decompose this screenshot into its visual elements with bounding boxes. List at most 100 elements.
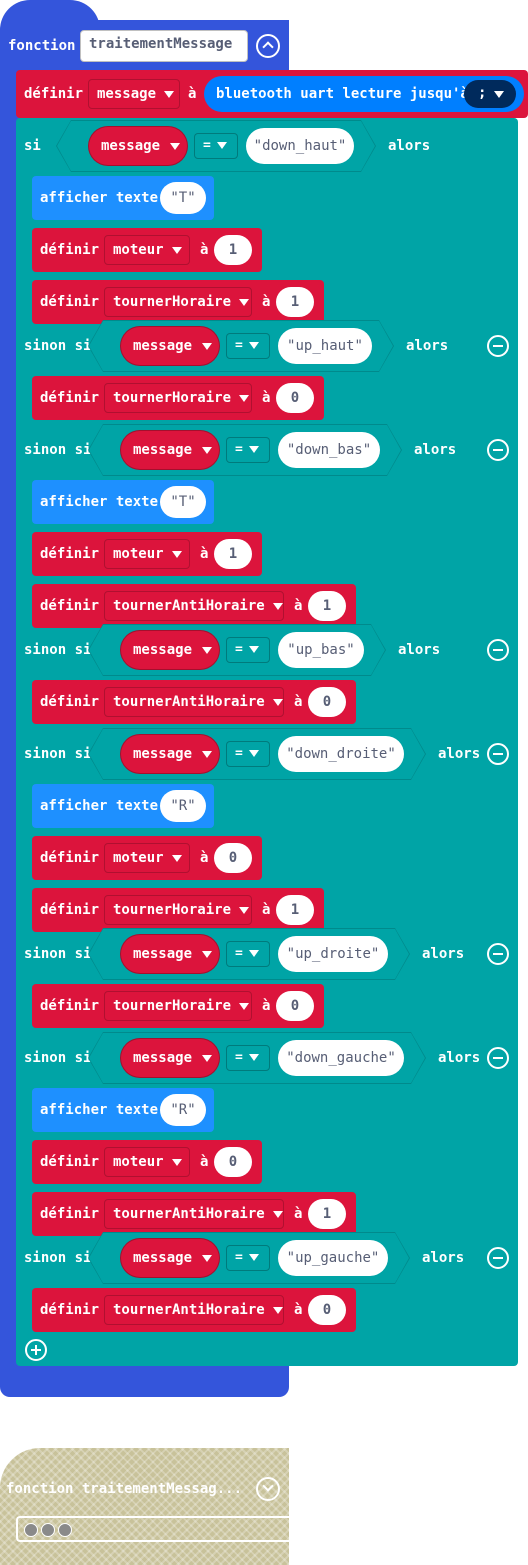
branch-keyword: sinon si <box>24 1050 92 1066</box>
string-value-field[interactable]: "up_gauche" <box>278 1240 388 1276</box>
branch-keyword: sinon si <box>24 746 92 762</box>
collapsed-function-block[interactable]: fonction traitementMessag... <box>0 1448 289 1565</box>
number-value-field[interactable]: 0 <box>276 383 314 413</box>
variable-pill-message[interactable]: message <box>88 126 188 166</box>
variable-dropdown-tournerHoraire[interactable]: tournerHoraire <box>104 287 252 317</box>
variable-dropdown-tournerAntiHoraire[interactable]: tournerAntiHoraire <box>104 1295 284 1325</box>
set-variable-block[interactable]: définir tournerHoraire à 0 <box>32 376 324 420</box>
set-variable-block[interactable]: définir tournerHoraire à 1 <box>32 888 324 932</box>
variable-dropdown-moteur[interactable]: moteur <box>104 539 190 569</box>
variable-dropdown-moteur[interactable]: moteur <box>104 843 190 873</box>
variable-pill-message[interactable]: message <box>120 734 220 774</box>
string-value-field[interactable]: "up_droite" <box>278 936 388 972</box>
show-string-block[interactable]: afficher texte "T" <box>32 480 214 524</box>
to-label: à <box>262 902 271 918</box>
variable-dropdown-tournerAntiHoraire[interactable]: tournerAntiHoraire <box>104 591 284 621</box>
show-string-block[interactable]: afficher texte "R" <box>32 1088 214 1132</box>
operator-dropdown[interactable]: = <box>226 1245 270 1271</box>
number-value-field[interactable]: 1 <box>214 235 252 265</box>
set-variable-block[interactable]: définir tournerAntiHoraire à 1 <box>32 584 356 628</box>
minus-icon[interactable] <box>487 639 509 661</box>
set-variable-block[interactable]: définir moteur à 1 <box>32 228 262 272</box>
set-label: définir <box>40 1154 100 1170</box>
number-value-field[interactable]: 0 <box>308 687 346 717</box>
string-value-field[interactable]: "down_gauche" <box>278 1040 404 1076</box>
operator-dropdown[interactable]: = <box>226 333 270 359</box>
variable-pill-message[interactable]: message <box>120 326 220 366</box>
ellipsis-icon[interactable] <box>16 1516 289 1542</box>
to-label: à <box>188 86 197 102</box>
operator-dropdown[interactable]: = <box>194 133 238 159</box>
chevron-down-icon[interactable] <box>256 1477 280 1501</box>
set-variable-block[interactable]: définir moteur à 0 <box>32 1140 262 1184</box>
number-value-field[interactable]: 1 <box>308 1199 346 1229</box>
set-variable-block[interactable]: définir moteur à 1 <box>32 532 262 576</box>
variable-dropdown-tournerAntiHoraire[interactable]: tournerAntiHoraire <box>104 687 284 717</box>
variable-dropdown-moteur[interactable]: moteur <box>104 235 190 265</box>
set-variable-block[interactable]: définir tournerAntiHoraire à 0 <box>32 1288 356 1332</box>
minus-icon[interactable] <box>487 743 509 765</box>
branch-keyword: sinon si <box>24 642 92 658</box>
show-text-value[interactable]: "T" <box>160 486 206 518</box>
delimiter-dropdown[interactable]: ; <box>464 80 516 108</box>
show-text-value[interactable]: "R" <box>160 790 206 822</box>
variable-dropdown-tournerHoraire[interactable]: tournerHoraire <box>104 383 252 413</box>
variable-dropdown-tournerAntiHoraire[interactable]: tournerAntiHoraire <box>104 1199 284 1229</box>
number-value-field[interactable]: 0 <box>276 991 314 1021</box>
minus-icon[interactable] <box>487 943 509 965</box>
to-label: à <box>294 694 303 710</box>
plus-icon[interactable] <box>25 1339 47 1361</box>
show-text-value[interactable]: "T" <box>160 182 206 214</box>
operator-dropdown[interactable]: = <box>226 1045 270 1071</box>
operator-dropdown[interactable]: = <box>226 741 270 767</box>
show-string-label: afficher texte <box>40 494 159 510</box>
then-label: alors <box>422 946 465 962</box>
minus-icon[interactable] <box>487 335 509 357</box>
variable-pill-message[interactable]: message <box>120 934 220 974</box>
variable-pill-message[interactable]: message <box>120 1038 220 1078</box>
number-value-field[interactable]: 1 <box>308 591 346 621</box>
chevron-up-icon[interactable] <box>256 34 280 58</box>
string-value-field[interactable]: "up_bas" <box>278 632 364 668</box>
to-label: à <box>200 546 209 562</box>
show-string-block[interactable]: afficher texte "T" <box>32 176 214 220</box>
string-value-field[interactable]: "down_bas" <box>278 432 380 468</box>
string-value-field[interactable]: "down_droite" <box>278 736 404 772</box>
then-label: alors <box>422 1250 465 1266</box>
minus-icon[interactable] <box>487 1247 509 1269</box>
collapsed-function-label: fonction traitementMessag... <box>6 1481 243 1497</box>
number-value-field[interactable]: 0 <box>214 1147 252 1177</box>
set-variable-block[interactable]: définir tournerAntiHoraire à 1 <box>32 1192 356 1236</box>
set-variable-block[interactable]: définir moteur à 0 <box>32 836 262 880</box>
to-label: à <box>200 850 209 866</box>
variable-dropdown-tournerHoraire[interactable]: tournerHoraire <box>104 991 252 1021</box>
bluetooth-read-block[interactable]: bluetooth uart lecture jusqu'à ; <box>204 76 524 112</box>
set-variable-block[interactable]: définir tournerHoraire à 1 <box>32 280 324 324</box>
number-value-field[interactable]: 0 <box>214 843 252 873</box>
minus-icon[interactable] <box>487 439 509 461</box>
number-value-field[interactable]: 0 <box>308 1295 346 1325</box>
set-variable-block[interactable]: définir tournerAntiHoraire à 0 <box>32 680 356 724</box>
set-message-block[interactable]: définir message à bluetooth uart lecture… <box>16 70 528 118</box>
minus-icon[interactable] <box>487 1047 509 1069</box>
operator-dropdown[interactable]: = <box>226 941 270 967</box>
variable-pill-message[interactable]: message <box>120 630 220 670</box>
variable-pill-message[interactable]: message <box>120 1238 220 1278</box>
show-text-value[interactable]: "R" <box>160 1094 206 1126</box>
number-value-field[interactable]: 1 <box>276 895 314 925</box>
show-string-block[interactable]: afficher texte "R" <box>32 784 214 828</box>
number-value-field[interactable]: 1 <box>276 287 314 317</box>
variable-pill-message[interactable]: message <box>120 430 220 470</box>
then-label: alors <box>414 442 457 458</box>
string-value-field[interactable]: "down_haut" <box>246 128 354 164</box>
number-value-field[interactable]: 1 <box>214 539 252 569</box>
variable-dropdown-tournerHoraire[interactable]: tournerHoraire <box>104 895 252 925</box>
variable-dropdown-message[interactable]: message <box>88 79 180 109</box>
operator-dropdown[interactable]: = <box>226 637 270 663</box>
set-variable-block[interactable]: définir tournerHoraire à 0 <box>32 984 324 1028</box>
operator-dropdown[interactable]: = <box>226 437 270 463</box>
string-value-field[interactable]: "up_haut" <box>278 328 372 364</box>
show-string-label: afficher texte <box>40 1102 159 1118</box>
variable-dropdown-moteur[interactable]: moteur <box>104 1147 190 1177</box>
function-name-field[interactable]: traitementMessage <box>80 30 248 62</box>
